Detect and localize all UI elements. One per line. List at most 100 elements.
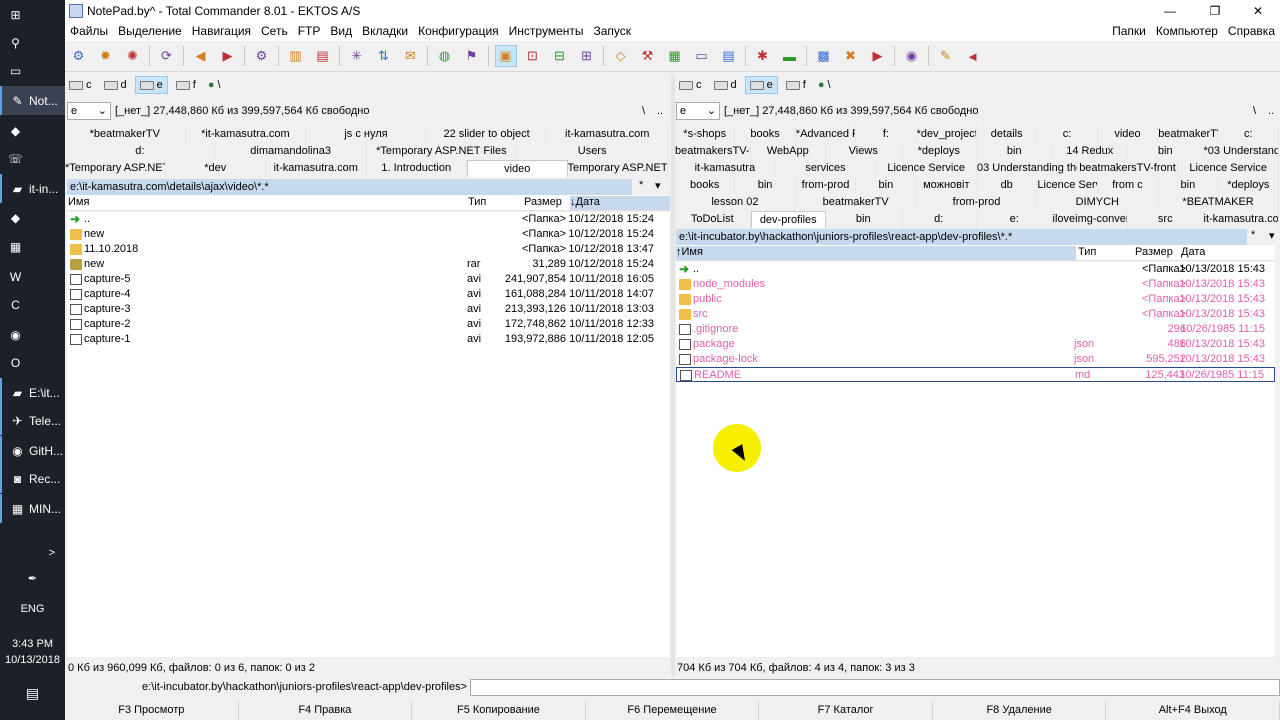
fkey-5[interactable]: F8 Удаление (933, 701, 1107, 720)
taskbar-item-10[interactable]: C (0, 290, 65, 319)
menu-item-9[interactable]: Запуск (594, 24, 632, 38)
maximize-button[interactable]: ❐ (1193, 0, 1237, 21)
close-button[interactable]: ✕ (1236, 0, 1280, 21)
right-tab[interactable]: DIMYCH (1037, 194, 1159, 211)
right-drive-0[interactable]: c (675, 76, 706, 94)
taskbar-item-9[interactable]: W (0, 262, 65, 291)
left-file-row[interactable]: capture-5 avi 241,907,854 10/11/2018 16:05 (67, 272, 670, 287)
menu-item-1[interactable]: Выделение (118, 24, 182, 38)
left-file-row[interactable]: new <Папка> 10/12/2018 15:24 (67, 227, 670, 242)
clock-date[interactable]: 10/13/2018 (0, 653, 65, 667)
left-file-row[interactable]: 11.10.2018 <Папка> 10/12/2018 13:47 (67, 242, 670, 257)
right-file-row[interactable]: node_modules <Папка> 10/13/2018 15:43 (676, 277, 1275, 292)
right-col-size[interactable]: Размер (1135, 246, 1173, 258)
left-drive-2[interactable]: e (134, 76, 168, 94)
left-up-button[interactable]: .. (657, 105, 663, 117)
calc-icon[interactable]: ▦ (664, 45, 686, 67)
right-file-row[interactable]: .gitignore 296 10/26/1985 11:15 (676, 322, 1275, 337)
right-tab[interactable]: Licence Service (1178, 160, 1279, 177)
right-drive-2[interactable]: e (744, 76, 778, 94)
taskbar-item-15[interactable]: ◉ GitH... (0, 436, 65, 465)
left-drive-0[interactable]: c (65, 76, 96, 94)
right-tab[interactable]: Views (826, 143, 902, 160)
left-tab[interactable]: *dev (166, 160, 266, 177)
right-drive-3[interactable]: f (782, 76, 810, 94)
menu-item-7[interactable]: Конфигурация (418, 24, 499, 38)
menu-right-item-0[interactable]: Папки (1112, 24, 1146, 38)
menu-item-8[interactable]: Инструменты (509, 24, 584, 38)
fkey-1[interactable]: F4 Правка (239, 701, 413, 720)
right-up-button[interactable]: .. (1268, 105, 1274, 117)
left-col-date[interactable]: ↓Дата (570, 196, 670, 210)
share-icon[interactable]: ✱ (752, 45, 774, 67)
taskbar-item-12[interactable]: O (0, 348, 65, 377)
command-input[interactable] (470, 678, 1280, 696)
left-tab[interactable]: it-kamasutra.com (547, 126, 668, 143)
right-tab[interactable]: beatmakerTV (796, 194, 917, 211)
network-icon[interactable]: ⚑ (461, 45, 483, 67)
right-tab[interactable]: f: (856, 126, 917, 143)
speaker-icon[interactable]: ◄ (962, 45, 984, 67)
fkey-0[interactable]: F3 Просмотр (65, 701, 239, 720)
taskbar-item-7[interactable]: ◆ (0, 203, 65, 232)
left-file-row[interactable]: new rar 31,289 10/12/2018 15:24 (67, 257, 670, 272)
globe-icon[interactable]: ◉ (901, 45, 923, 67)
taskbar-item-14[interactable]: ✈ Tele... (0, 406, 65, 435)
browser-icon[interactable]: ◍ (434, 45, 456, 67)
taskbar-item-5[interactable]: ☏ (0, 144, 65, 173)
menu-item-3[interactable]: Сеть (261, 24, 288, 38)
minimize-button[interactable]: — (1148, 0, 1192, 21)
folder-icon[interactable]: ▭ (691, 45, 713, 67)
right-hotlist-icon[interactable]: ▾ (1269, 229, 1275, 242)
language-indicator[interactable]: ENG (0, 602, 65, 616)
right-tab[interactable]: beatmakersTV-front (675, 143, 751, 160)
right-path-bar[interactable]: e:\it-incubator.by\hackathon\juniors-pro… (676, 229, 1247, 245)
quickview-icon[interactable]: ⊡ (522, 45, 544, 67)
left-tab[interactable]: Users (517, 143, 668, 160)
right-tab[interactable]: from-prod (917, 194, 1038, 211)
right-tab[interactable]: Licence Service (876, 160, 977, 177)
right-tab[interactable]: video (1098, 126, 1159, 143)
left-file-row[interactable]: capture-1 avi 193,972,886 10/11/2018 12:05 (67, 332, 670, 347)
left-file-row[interactable]: capture-3 avi 213,393,126 10/11/2018 13:03 (67, 302, 670, 317)
right-drive-combo[interactable]: e ⌄ (676, 101, 720, 120)
right-file-row[interactable]: README md 125,443 10/26/1985 11:15 (676, 367, 1275, 382)
right-tab[interactable]: *dev_projects (917, 126, 977, 143)
right-tab[interactable]: bin (977, 143, 1053, 160)
fkey-6[interactable]: Alt+F4 Выход (1106, 701, 1280, 720)
forward-icon[interactable]: ▶ (217, 45, 239, 67)
menu-item-5[interactable]: Вид (330, 24, 352, 38)
menu-item-4[interactable]: FTP (298, 24, 321, 38)
taskbar-item-4[interactable]: ◆ (0, 116, 65, 145)
right-tab[interactable]: books (675, 177, 736, 194)
right-col-name[interactable]: ↑Имя (676, 246, 1076, 260)
fkey-4[interactable]: F7 Каталог (759, 701, 933, 720)
panel-splitter[interactable] (671, 75, 675, 676)
sort-icon[interactable]: ⇅ (373, 45, 395, 67)
fkey-2[interactable]: F5 Копирование (412, 701, 586, 720)
left-tab[interactable]: *beatmakerTV (65, 126, 186, 143)
right-tab[interactable]: services (776, 160, 877, 177)
right-tab[interactable]: db (977, 177, 1038, 194)
right-tab[interactable]: bin (1128, 143, 1204, 160)
right-col-type[interactable]: Тип (1078, 246, 1096, 258)
pen-icon[interactable]: ✒ (0, 572, 65, 586)
right-tab[interactable]: ToDoList (675, 211, 751, 228)
right-tab[interactable]: dev-profiles (750, 211, 826, 228)
taskbar-item-0[interactable]: ⊞ (0, 0, 65, 29)
right-tab[interactable]: from c (1098, 177, 1159, 194)
right-file-row[interactable]: package-lock json 595,252 10/13/2018 15:43 (676, 352, 1275, 367)
left-tab[interactable]: dimamandolina3 (216, 143, 367, 160)
unpack-icon[interactable]: ▤ (312, 45, 334, 67)
left-tab[interactable]: it-kamasutra.com (266, 160, 367, 177)
view-icon[interactable]: ▣ (494, 45, 517, 67)
left-path-bar[interactable]: e:\it-kamasutra.com\details\ajax\video\*… (67, 179, 632, 195)
right-tab[interactable]: beatmakersTV-front (1078, 160, 1179, 177)
tools-icon[interactable]: ⚒ (637, 45, 659, 67)
taskbar-item-11[interactable]: ◉ (0, 320, 65, 349)
close-tab-icon[interactable]: ✖ (840, 45, 862, 67)
left-col-size[interactable]: Размер (524, 196, 562, 208)
left-drive-3[interactable]: f (172, 76, 200, 94)
taskbar-item-1[interactable]: ⚲ (0, 28, 65, 57)
left-col-name[interactable]: Имя (68, 196, 89, 208)
